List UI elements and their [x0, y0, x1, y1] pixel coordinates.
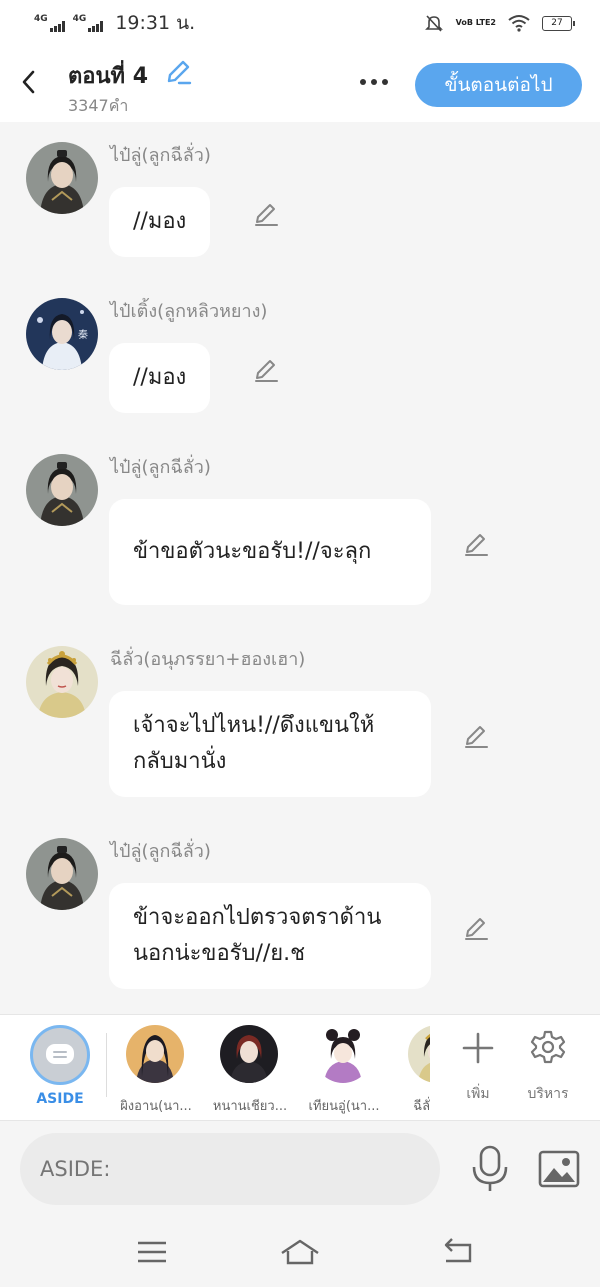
add-character-button[interactable]: เพิ่ม: [448, 1027, 508, 1102]
gear-icon: [530, 1030, 566, 1064]
svg-text:秦: 秦: [78, 328, 88, 341]
character-bar: ASIDE ผิงอาน(นา... หนานเชียว... เทียนอู่…: [0, 1014, 600, 1121]
message-bubble[interactable]: ข้าจะออกไปตรวจตราด้านนอกน่ะขอรับ//ย.ช: [109, 883, 431, 989]
next-step-button[interactable]: ขั้นตอนต่อไป: [415, 63, 582, 107]
back-button[interactable]: [16, 68, 40, 96]
battery-icon: 27: [542, 15, 575, 31]
manage-label: บริหาร: [527, 1086, 569, 1102]
blue-robed-man-portrait-icon: 秦: [26, 298, 98, 370]
edit-message-icon[interactable]: [252, 200, 280, 228]
message-text: //มอง: [133, 209, 187, 234]
network-type-label: 4G: [34, 13, 48, 24]
network-type-label-2: 4G: [72, 13, 87, 24]
header: ตอนที่ 4 3347คำ ขั้นตอนต่อไป: [0, 46, 600, 122]
signal-icon: 4G: [34, 13, 65, 32]
signal-icon-2: 4G: [72, 13, 104, 32]
home-icon[interactable]: [280, 1237, 320, 1267]
edit-message-icon[interactable]: [462, 530, 490, 558]
chat-bubble-icon: [46, 1044, 74, 1064]
more-options-button[interactable]: [354, 68, 394, 96]
edit-message-icon[interactable]: [462, 914, 490, 942]
avatar: [314, 1025, 372, 1083]
pencil-icon: [167, 60, 192, 85]
character-name: ผิงอาน(นา...: [120, 1099, 192, 1114]
edit-message-icon[interactable]: [462, 722, 490, 750]
input-bar: [0, 1121, 600, 1221]
avatar[interactable]: [26, 142, 98, 214]
character-name: เทียนอู่(นา...: [308, 1099, 380, 1114]
message-input-container[interactable]: [20, 1133, 440, 1205]
page-title: ตอนที่ 4: [68, 64, 149, 89]
avatar: [408, 1025, 430, 1083]
empress-portrait-icon: [26, 646, 98, 718]
dark-haired-man-portrait-icon: [26, 838, 98, 910]
menu-icon[interactable]: [132, 1237, 172, 1267]
avatar[interactable]: [26, 646, 98, 718]
avatar[interactable]: [26, 454, 98, 526]
message-text: //มอง: [133, 365, 187, 390]
aside-button[interactable]: [30, 1025, 90, 1085]
empress-portrait-icon: [408, 1025, 430, 1083]
sender-name: ไป๋ลู่(ลูกฉีลั่ว): [110, 841, 211, 862]
chat-area[interactable]: ไป๋ลู่(ลูกฉีลั่ว) //มอง 秦 ไป๋เติ้ง(ลูกหล…: [0, 122, 600, 1014]
battery-level: 27: [551, 18, 563, 28]
avatar[interactable]: 秦: [26, 298, 98, 370]
dark-haired-man-portrait-icon: [26, 454, 98, 526]
back-nav-icon[interactable]: [438, 1237, 478, 1267]
navigation-bar: [0, 1221, 600, 1287]
wifi-icon: [508, 15, 530, 32]
microphone-icon[interactable]: [470, 1145, 510, 1193]
character-name: ฉีลั่ว(อ...: [413, 1099, 430, 1114]
divider: [106, 1033, 107, 1097]
avatar: [126, 1025, 184, 1083]
status-bar: 4G 4G 19:31 น. VoB LTE2 27: [0, 0, 600, 46]
volte-icon: VoB LTE2: [455, 18, 496, 27]
message-text: เจ้าจะไปไหน!//ดึงแขนให้กลับมานั่ง: [133, 713, 375, 774]
woman-bun-portrait-icon: [314, 1025, 372, 1083]
clock: 19:31 น.: [115, 12, 196, 34]
dark-haired-man-portrait-icon: [26, 142, 98, 214]
message-text: ข้าจะออกไปตรวจตราด้านนอกน่ะขอรับ//ย.ช: [133, 905, 382, 966]
mute-bell-icon: [424, 15, 443, 32]
avatar[interactable]: [26, 838, 98, 910]
avatar: [220, 1025, 278, 1083]
character-name: หนานเชียว...: [212, 1099, 288, 1114]
word-count: 3347คำ: [68, 96, 129, 115]
chevron-left-icon: [22, 70, 35, 94]
message-bubble[interactable]: //มอง: [109, 343, 211, 413]
red-haired-man-portrait-icon: [220, 1025, 278, 1083]
edit-message-icon[interactable]: [252, 356, 280, 384]
image-icon[interactable]: [538, 1149, 580, 1189]
aside-label: ASIDE: [36, 1091, 84, 1107]
message-bubble[interactable]: เจ้าจะไปไหน!//ดึงแขนให้กลับมานั่ง: [109, 691, 431, 797]
plus-icon: [462, 1032, 494, 1064]
message-bubble[interactable]: ข้าขอตัวนะขอรับ!//จะลุก: [109, 499, 431, 605]
sender-name: ไป๋ลู่(ลูกฉีลั่ว): [110, 457, 211, 478]
message-text: ข้าขอตัวนะขอรับ!//จะลุก: [133, 539, 372, 564]
message-bubble[interactable]: //มอง: [109, 187, 211, 257]
add-label: เพิ่ม: [466, 1086, 490, 1102]
sender-name: ไป๋เติ้ง(ลูกหลิวหยาง): [110, 301, 268, 322]
message-input[interactable]: [40, 1157, 420, 1181]
sender-name: ฉีลั่ว(อนุภรรยา+ฮองเฮา): [110, 649, 306, 670]
edit-title-button[interactable]: [164, 58, 192, 90]
character-list[interactable]: ผิงอาน(นา... หนานเชียว... เทียนอู่(นา...…: [108, 1015, 430, 1122]
manage-button[interactable]: บริหาร: [518, 1027, 578, 1102]
sender-name: ไป๋ลู่(ลูกฉีลั่ว): [110, 145, 211, 166]
long-haired-man-portrait-icon: [126, 1025, 184, 1083]
